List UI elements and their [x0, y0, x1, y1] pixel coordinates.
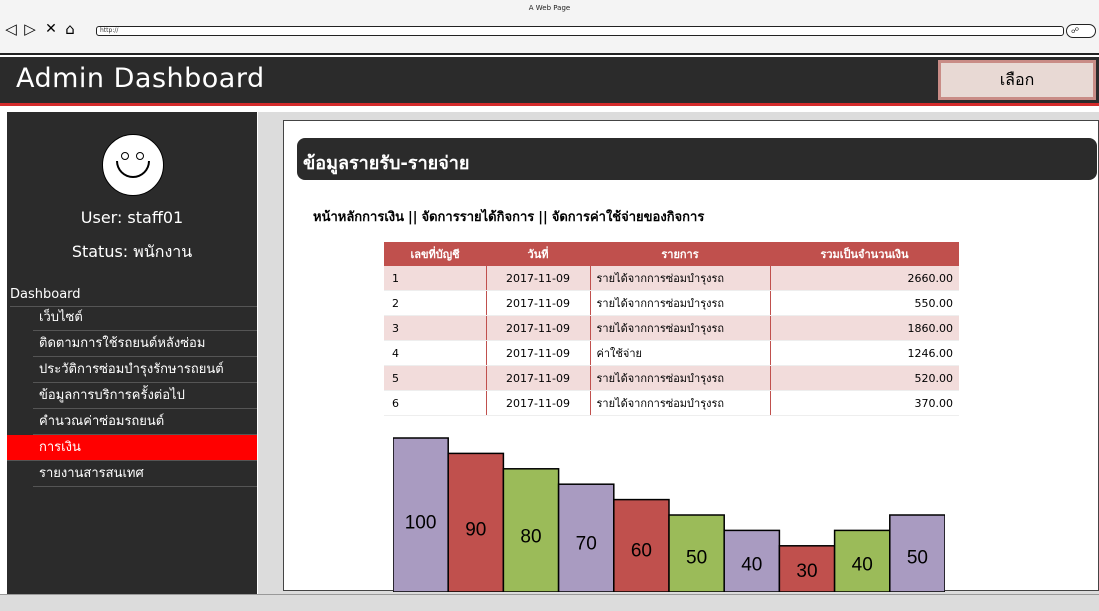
bar-value-label: 100	[405, 513, 437, 534]
user-name: User: staff01	[80, 208, 184, 227]
table-row[interactable]: 6 2017-11-09 รายได้จากการซ่อมบำรุงรถ 370…	[384, 390, 959, 416]
column-header-total: รวมเป็นจำนวนเงิน	[770, 242, 959, 266]
sidebar-item-history[interactable]: ประวัติการซ่อมบำรุงรักษารถยนต์	[33, 357, 257, 383]
cell-account-no: 1	[384, 266, 486, 291]
bar-value-label: 40	[852, 554, 873, 575]
search-icon[interactable]: ☍	[1066, 24, 1096, 38]
cell-item: รายได้จากการซ่อมบำรุงรถ	[589, 290, 770, 316]
breadcrumb-finance-home[interactable]: หน้าหลักการเงิน	[313, 210, 404, 225]
cell-total: 550.00	[769, 290, 959, 316]
select-button[interactable]: เลือก	[938, 60, 1096, 100]
breadcrumb-separator: ||	[408, 210, 418, 225]
bottom-scroll-strip	[0, 594, 1099, 611]
cell-total: 370.00	[769, 390, 959, 416]
home-icon[interactable]: ⌂	[61, 20, 79, 38]
avatar-mouth	[116, 161, 150, 178]
sidebar-item-calculate[interactable]: คำนวณค่าซ่อมรถยนต์	[33, 409, 257, 435]
window-title: A Web Page	[528, 4, 571, 12]
back-arrow-icon[interactable]: ◁	[2, 20, 20, 38]
sidebar-menu: เว็บไซต์ ติดตามการใช้รถยนต์หลังซ่อม ประว…	[7, 305, 257, 487]
cell-date: 2017-11-09	[485, 290, 590, 316]
sidebar-item-website[interactable]: เว็บไซต์	[33, 305, 257, 331]
browser-toolbar: A Web Page ◁ ▷ ✕ ⌂ http:// ☍	[0, 0, 1099, 55]
cell-item: รายได้จากการซ่อมบำรุงรถ	[589, 315, 770, 341]
sidebar-item-tracking[interactable]: ติดตามการใช้รถยนต์หลังซ่อม	[33, 331, 257, 357]
cell-total: 1860.00	[769, 315, 959, 341]
cell-item: รายได้จากการซ่อมบำรุงรถ	[589, 390, 770, 416]
cell-account-no: 4	[384, 340, 486, 366]
url-input[interactable]: http://	[96, 26, 1064, 36]
close-icon[interactable]: ✕	[42, 20, 60, 38]
url-text: http://	[100, 27, 119, 34]
bar-value-label: 50	[686, 547, 707, 568]
sidebar-item-next-service[interactable]: ข้อมูลการบริการครั้งต่อไป	[33, 383, 257, 409]
cell-total: 1246.00	[769, 340, 959, 366]
sidebar-item-finance[interactable]: การเงิน	[7, 435, 257, 461]
forward-arrow-icon[interactable]: ▷	[21, 20, 39, 38]
smiley-face-icon	[102, 134, 164, 196]
cell-account-no: 3	[384, 315, 486, 341]
cell-date: 2017-11-09	[485, 266, 590, 291]
cell-account-no: 2	[384, 290, 486, 316]
breadcrumb: หน้าหลักการเงิน || จัดการรายได้กิจการ || จัด…	[313, 206, 704, 227]
column-header-item: รายการ	[590, 242, 770, 266]
cell-total: 520.00	[769, 365, 959, 391]
bar-chart: 100 90 80 70 60 50 40 30 40 50	[393, 437, 945, 592]
sidebar: User: staff01 Status: พนักงาน Dashboard …	[7, 112, 257, 594]
table-row[interactable]: 1 2017-11-09 รายได้จากการซ่อมบำรุงรถ 266…	[384, 266, 959, 291]
cell-date: 2017-11-09	[485, 340, 590, 366]
column-header-date: วันที่	[486, 242, 590, 266]
user-status: Status: พนักงาน	[71, 242, 193, 261]
sidebar-item-report[interactable]: รายงานสารสนเทศ	[33, 461, 257, 487]
cell-date: 2017-11-09	[485, 390, 590, 416]
cell-date: 2017-11-09	[485, 315, 590, 341]
bar-value-label: 50	[907, 547, 928, 568]
avatar-eye	[121, 152, 129, 160]
bar-value-label: 40	[741, 554, 762, 575]
section-title: ข้อมูลรายรับ-รายจ่าย	[297, 138, 1097, 180]
cell-date: 2017-11-09	[485, 365, 590, 391]
breadcrumb-manage-income[interactable]: จัดการรายได้กิจการ	[422, 210, 535, 225]
cell-account-no: 6	[384, 390, 486, 416]
table-row[interactable]: 3 2017-11-09 รายได้จากการซ่อมบำรุงรถ 186…	[384, 315, 959, 341]
page-title: Admin Dashboard	[16, 63, 265, 94]
bar-value-label: 80	[520, 527, 541, 548]
cell-item: ค่าใช้จ่าย	[589, 340, 770, 366]
app-header: Admin Dashboard เลือก	[0, 57, 1099, 106]
cell-account-no: 5	[384, 365, 486, 391]
breadcrumb-separator: ||	[538, 210, 548, 225]
cell-item: รายได้จากการซ่อมบำรุงรถ	[589, 266, 770, 291]
transactions-table: เลขที่บัญชี วันที่ รายการ รวมเป็นจำนวนเง…	[384, 242, 959, 416]
sidebar-item-dashboard[interactable]: Dashboard	[10, 284, 257, 307]
cell-total: 2660.00	[769, 266, 959, 291]
bar-value-label: 90	[465, 520, 486, 541]
bar-value-label: 30	[796, 561, 817, 582]
bar-value-label: 60	[631, 540, 652, 561]
bar-value-label: 70	[576, 533, 597, 554]
breadcrumb-manage-expenses[interactable]: จัดการค่าใช้จ่ายของกิจการ	[552, 210, 705, 225]
table-row[interactable]: 5 2017-11-09 รายได้จากการซ่อมบำรุงรถ 520…	[384, 365, 959, 391]
table-row[interactable]: 4 2017-11-09 ค่าใช้จ่าย 1246.00	[384, 340, 959, 366]
table-header-row: เลขที่บัญชี วันที่ รายการ รวมเป็นจำนวนเง…	[384, 242, 959, 266]
avatar-eye	[136, 152, 144, 160]
column-header-account-no: เลขที่บัญชี	[384, 242, 486, 266]
table-row[interactable]: 2 2017-11-09 รายได้จากการซ่อมบำรุงรถ 550…	[384, 290, 959, 316]
cell-item: รายได้จากการซ่อมบำรุงรถ	[589, 365, 770, 391]
